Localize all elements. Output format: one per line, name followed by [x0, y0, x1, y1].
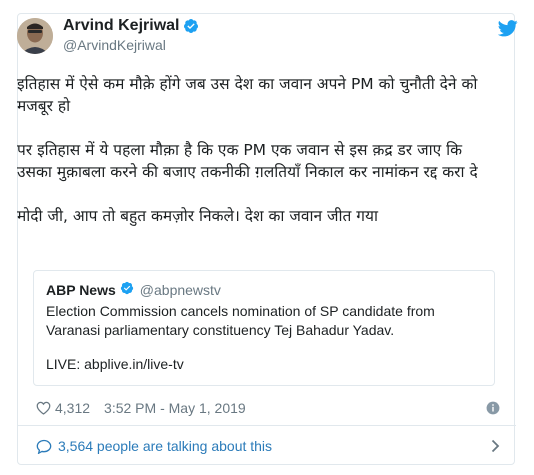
- author-avatar[interactable]: [17, 18, 53, 54]
- verified-badge-icon: [183, 18, 199, 34]
- quoted-author-handle: @abpnewstv: [139, 281, 221, 298]
- comment-bubble-icon: [36, 439, 52, 454]
- twitter-bird-icon[interactable]: [497, 20, 518, 42]
- tweet-footer[interactable]: 3,564 people are talking about this: [36, 435, 500, 457]
- tweet-meta-row: 4,312 3:52 PM - May 1, 2019: [36, 398, 500, 418]
- tweet-paragraph: मोदी जी, आप तो बहुत कमज़ोर निकले। देश का…: [17, 207, 379, 225]
- author-handle[interactable]: @ArvindKejriwal: [63, 37, 199, 53]
- chevron-right-icon[interactable]: [491, 439, 500, 453]
- tweet-timestamp[interactable]: 3:52 PM - May 1, 2019: [104, 400, 246, 416]
- verified-badge-icon: [120, 281, 134, 298]
- talking-about-link[interactable]: 3,564 people are talking about this: [58, 438, 272, 454]
- divider: [18, 425, 516, 426]
- heart-icon[interactable]: [36, 401, 51, 415]
- quoted-tweet-live-link[interactable]: LIVE: abplive.in/live-tv: [46, 356, 482, 372]
- tweet-paragraph: इतिहास में ऐसे कम मौक़े होंगे जब उस देश …: [17, 75, 478, 115]
- quoted-tweet[interactable]: ABP News @abpnewstv Election Commission …: [33, 270, 495, 386]
- tweet-paragraph: पर इतिहास में ये पहला मौक़ा है कि एक PM …: [17, 141, 478, 181]
- quoted-tweet-body: Election Commission cancels nomination o…: [46, 303, 435, 338]
- info-icon[interactable]: [486, 401, 500, 415]
- quoted-author-name: ABP News: [46, 281, 116, 298]
- like-count[interactable]: 4,312: [55, 400, 90, 416]
- tweet-text: इतिहास में ऐसे कम मौक़े होंगे जब उस देश …: [17, 73, 497, 249]
- tweet-header: Arvind Kejriwal @ArvindKejriwal: [17, 14, 518, 62]
- author-name[interactable]: Arvind Kejriwal: [63, 17, 179, 35]
